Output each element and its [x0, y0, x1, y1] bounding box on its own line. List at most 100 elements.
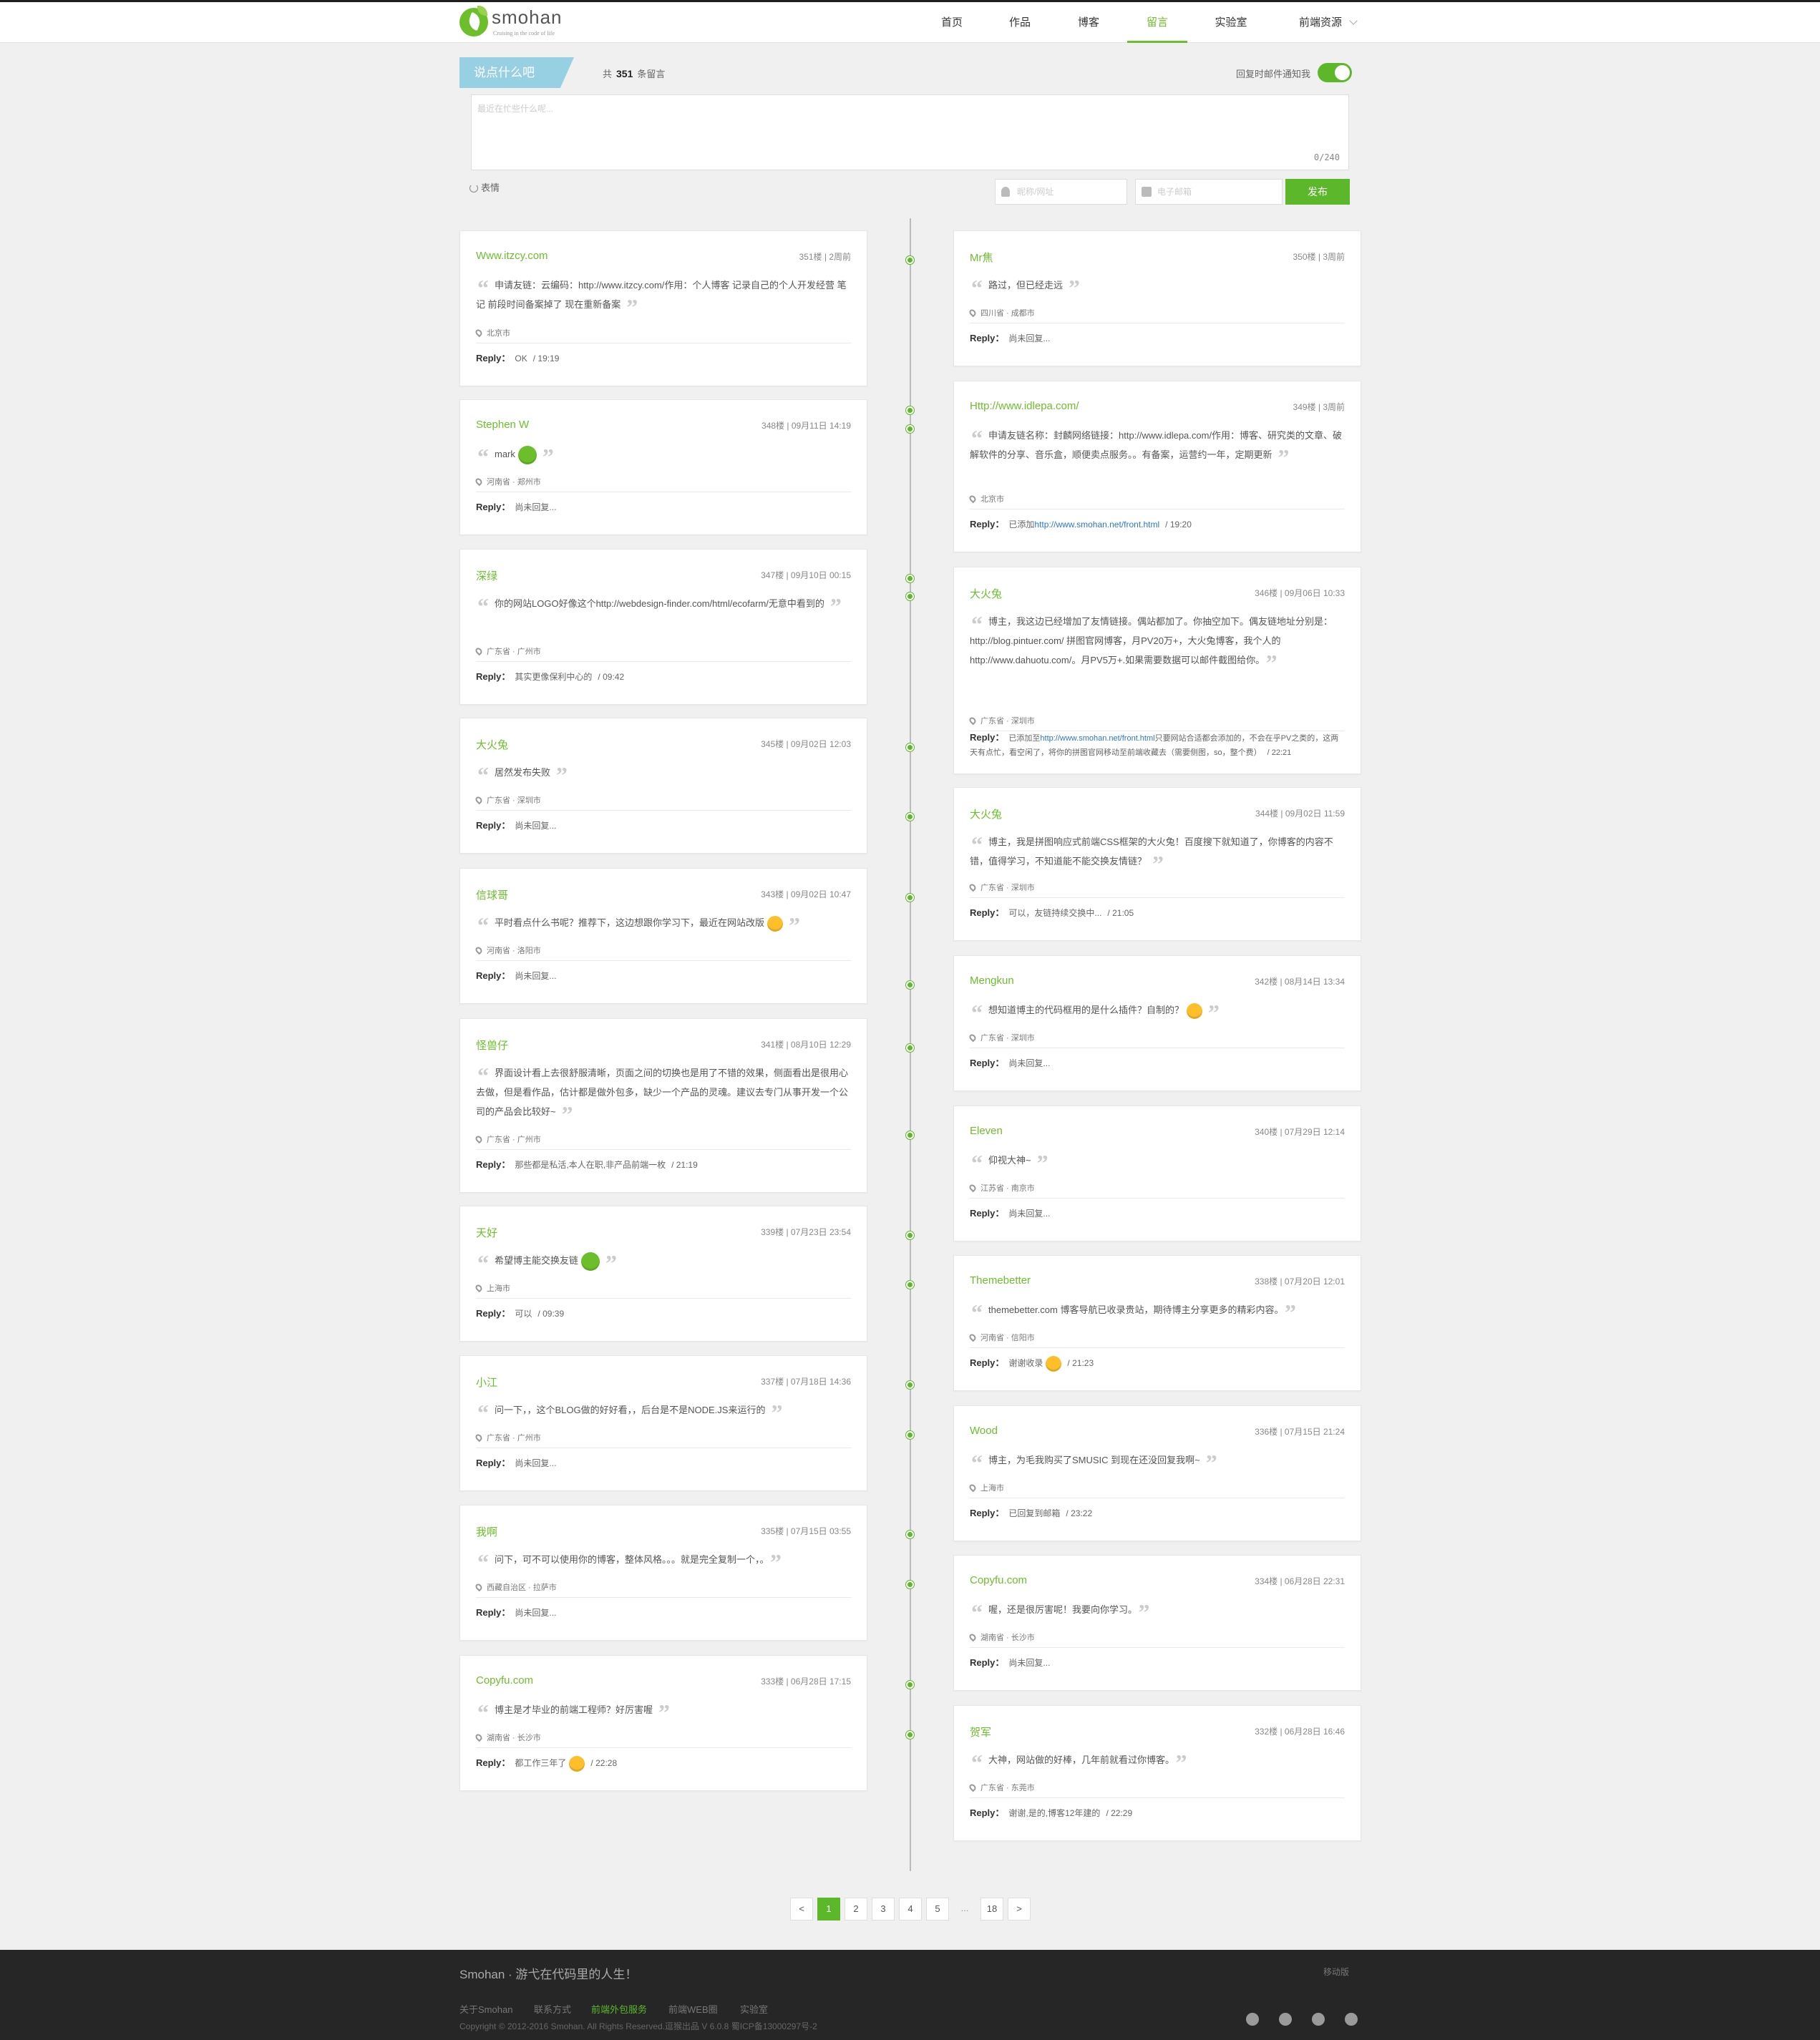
open-quote-icon: “ — [477, 762, 489, 788]
reply-time: / 21:05 — [1107, 908, 1134, 918]
comment-author[interactable]: 天好 — [476, 1225, 497, 1240]
logo-tagline: Cruising in the code of life — [493, 30, 555, 36]
timeline-dot — [906, 813, 914, 821]
footer-link-webcircle[interactable]: 前端WEB圈 — [668, 2002, 718, 2016]
nav-guestbook[interactable]: 留言 — [1127, 2, 1187, 43]
comment-author[interactable]: Mr焦 — [970, 250, 993, 265]
comment-reply: Reply： 尚未回复... — [970, 1206, 1345, 1221]
comment-author[interactable]: Www.itzcy.com — [476, 250, 548, 262]
timeline-dot — [906, 981, 914, 989]
comment-author[interactable]: 大火兔 — [476, 737, 508, 752]
reply-link[interactable]: http://www.smohan.net/front.html — [1040, 734, 1154, 743]
comment-body: “ 大神，网站做的好棒，几年前就看过你博客。 ” — [970, 1750, 1345, 1774]
comment-author[interactable]: Copyfu.com — [476, 1674, 533, 1687]
comment-author[interactable]: Stephen W — [476, 419, 529, 431]
location-text: 四川省 · 成都市 — [980, 309, 1035, 318]
close-quote-icon: ” — [1208, 1000, 1220, 1025]
reply-link[interactable]: http://www.smohan.net/front.html — [1034, 519, 1159, 529]
location-pin-icon — [474, 1283, 484, 1293]
footer-link-contact[interactable]: 联系方式 — [534, 2002, 571, 2016]
divider — [476, 661, 851, 662]
nav-blog[interactable]: 博客 — [1071, 2, 1106, 43]
comment-location: 广东省 · 广州市 — [474, 1432, 541, 1443]
comment-author[interactable]: Http://www.idlepa.com/ — [970, 400, 1079, 412]
comment-form: 说点什么吧 共 351 条留言 回复时邮件通知我 最近在忙些什么呢... 0/240 … — [459, 57, 1361, 215]
comment-body: “博主，我这边已经增加了友情链接。偶站都加了。你抽空加下。偶友链地址分别是：ht… — [970, 612, 1345, 674]
mobile-version-link[interactable]: 移动版 — [1323, 1966, 1349, 1978]
close-quote-icon: ” — [829, 593, 842, 619]
open-quote-icon: “ — [971, 275, 983, 301]
comment-author[interactable]: 信球哥 — [476, 887, 508, 902]
close-quote-icon: ” — [1069, 275, 1081, 301]
footer-link-about[interactable]: 关于Smohan — [459, 2002, 512, 2016]
footer-link-outsourcing[interactable]: 前端外包服务 — [591, 2002, 647, 2016]
comment-text: 大神，网站做的好棒，几年前就看过你博客。 — [988, 1755, 1170, 1765]
comment-author[interactable]: 深绿 — [476, 568, 497, 583]
page-button[interactable]: 2 — [845, 1898, 867, 1921]
location-pin-icon — [474, 945, 484, 955]
comment-reply: Reply： 其实更像保利中心的 / 09:42 — [476, 670, 851, 684]
location-pin-icon — [474, 1134, 484, 1144]
comment-author[interactable]: 我啊 — [476, 1524, 497, 1539]
reply-text: 尚未回复... — [515, 1458, 557, 1468]
close-quote-icon: ” — [542, 444, 554, 469]
footer-link-lab[interactable]: 实验室 — [740, 2002, 768, 2016]
comment-author[interactable]: 大火兔 — [970, 806, 1002, 821]
close-quote-icon: ” — [771, 1400, 783, 1425]
comment-author[interactable]: 大火兔 — [970, 586, 1002, 601]
comment-author[interactable]: Mengkun — [970, 975, 1014, 987]
divider — [476, 810, 851, 811]
comment-author[interactable]: Eleven — [970, 1125, 1003, 1137]
emoji-button[interactable]: 表情 — [469, 180, 500, 194]
comment-author[interactable]: Copyfu.com — [970, 1574, 1027, 1586]
comment-author[interactable]: Wood — [970, 1425, 998, 1437]
page-next-button[interactable]: > — [1008, 1898, 1031, 1921]
page-button[interactable]: 4 — [899, 1898, 922, 1921]
reply-time: / 09:42 — [598, 672, 625, 682]
notify-toggle[interactable] — [1318, 63, 1352, 82]
reply-text: 谢谢,是的,博客12年建的 — [1008, 1808, 1101, 1818]
page-button[interactable]: 1 — [817, 1898, 840, 1921]
location-pin-icon — [474, 795, 484, 805]
page-prev-button[interactable]: < — [790, 1898, 813, 1921]
nav-lab[interactable]: 实验室 — [1210, 2, 1252, 43]
location-text: 广东省 · 深圳市 — [487, 796, 541, 805]
location-pin-icon — [474, 1582, 484, 1592]
reply-label: Reply： — [970, 1208, 1005, 1219]
page-last-button[interactable]: 18 — [980, 1898, 1003, 1921]
page-button[interactable]: 5 — [926, 1898, 949, 1921]
comment-textarea[interactable]: 最近在忙些什么呢... 0/240 — [471, 94, 1349, 170]
weibo-icon[interactable] — [1279, 2013, 1292, 2026]
comment-author[interactable]: 贺军 — [970, 1724, 991, 1739]
comment-meta: 334楼 | 06月28日 22:31 — [1255, 1576, 1345, 1586]
nav-home[interactable]: 首页 — [934, 2, 970, 43]
mail-icon[interactable] — [1312, 2013, 1325, 2026]
timeline-dot — [906, 1131, 914, 1139]
comment-author[interactable]: Themebetter — [970, 1274, 1031, 1287]
nav-works[interactable]: 作品 — [1002, 2, 1038, 43]
reply-label: Reply： — [476, 1159, 511, 1170]
location-text: 河南省 · 信阳市 — [980, 1334, 1035, 1342]
github-icon[interactable] — [1246, 2013, 1259, 2026]
comment-location: 上海市 — [474, 1282, 510, 1294]
publish-button[interactable]: 发布 — [1285, 179, 1350, 205]
comment-body: “ 你的网站LOGO好像这个http://webdesign-finder.com… — [476, 594, 851, 618]
page-button[interactable]: 3 — [872, 1898, 895, 1921]
comment-reply: Reply： 那些都是私活,本人在职,非产品前端一枚 / 21:19 — [476, 1158, 851, 1172]
name-input[interactable]: 昵称/网址 — [995, 179, 1127, 205]
wechat-icon[interactable] — [1345, 2013, 1358, 2026]
site-logo[interactable]: smohan Cruising in the code of life — [459, 6, 567, 38]
comment-meta: 350楼 | 3周前 — [1293, 252, 1345, 262]
count-number: 351 — [616, 68, 633, 79]
comment-author[interactable]: 小江 — [476, 1375, 497, 1390]
reply-time: / 19:19 — [532, 353, 560, 363]
site-header: smohan Cruising in the code of life 首页 作… — [0, 2, 1820, 43]
comment-reply: Reply： 尚未回复... — [970, 331, 1345, 346]
email-input[interactable]: 电子邮箱 — [1135, 179, 1283, 205]
comment-card: Www.itzcy.com 351楼 | 2周前 “申请友链：云编码：http://… — [459, 230, 867, 386]
comment-body: “ 问一下，，这个BLOG做的好好看，，后台是不是NODE.JS来运行的 ” — [476, 1400, 851, 1424]
reply-text: 尚未回复... — [515, 971, 557, 981]
nav-resources[interactable]: 前端资源 — [1288, 2, 1367, 43]
comment-author[interactable]: 怪兽仔 — [476, 1038, 508, 1053]
timeline-dot — [906, 406, 914, 414]
